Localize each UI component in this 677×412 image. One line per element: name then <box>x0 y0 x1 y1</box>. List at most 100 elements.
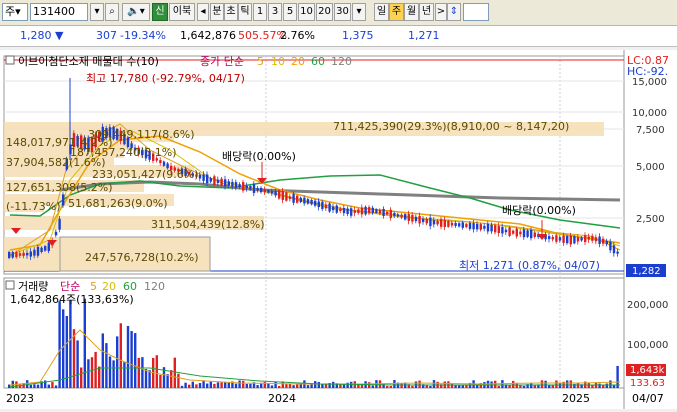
candle-body <box>512 230 515 234</box>
candle-body <box>569 235 572 245</box>
panel-checkbox[interactable] <box>5 55 15 65</box>
empty-input[interactable] <box>463 3 489 21</box>
candle-body <box>476 223 479 230</box>
volume-value-tag-text: 1,643k <box>630 365 665 376</box>
price-tick-15000: 15,000 <box>632 77 667 88</box>
vol-ma120-legend: 120 <box>144 280 165 293</box>
nav-right-button[interactable]: > <box>435 3 447 21</box>
speaker-icon[interactable]: 🔈▾ <box>122 3 150 21</box>
candle-body <box>260 187 263 193</box>
candle-body <box>371 207 374 213</box>
candle-body <box>29 251 32 257</box>
volume-bar <box>393 380 396 388</box>
period-dropdown[interactable]: ▾ <box>352 3 366 21</box>
candle-body <box>350 208 353 216</box>
code-dropdown-button[interactable]: ▾ <box>90 3 104 21</box>
volume-bar <box>216 382 220 388</box>
volume-bar <box>137 357 140 388</box>
stock-chart-svg[interactable]: 이브이첨단소재 매물대 수(10) 종가 단순 5 10 20 60 120 최… <box>0 50 677 409</box>
vol-tick-100000: 100,000 <box>627 340 668 351</box>
tab-new[interactable]: 신 <box>152 3 168 21</box>
candle-body <box>364 206 367 215</box>
x-axis: 2023 2024 2025 04/07 <box>6 392 664 405</box>
current-price: 1,280 ▼ <box>20 29 64 42</box>
tab-second[interactable]: 초 <box>224 3 238 21</box>
candle-body <box>562 235 565 243</box>
ma20-legend: 20 <box>291 55 305 68</box>
period-3[interactable]: 3 <box>268 3 282 21</box>
candle-body <box>249 185 252 190</box>
period-1[interactable]: 1 <box>253 3 267 21</box>
volume-bar <box>98 366 101 388</box>
candle-body <box>353 210 356 213</box>
volume-bar <box>108 356 112 388</box>
period-10[interactable]: 10 <box>298 3 315 21</box>
ma60-legend: 60 <box>311 55 325 68</box>
volume-bar <box>476 385 479 388</box>
chart-area[interactable]: 이브이첨단소재 매물대 수(10) 종가 단순 5 10 20 60 120 최… <box>0 50 677 409</box>
candle-body <box>274 191 277 196</box>
candle-body <box>328 203 331 212</box>
candle-body <box>220 178 223 186</box>
volume-bar <box>461 385 464 388</box>
volume-bar <box>242 380 245 388</box>
price-tick-10000: 10,000 <box>632 108 667 119</box>
candle-body <box>375 209 378 213</box>
search-icon[interactable]: ⌕ <box>105 3 119 21</box>
tab-minute[interactable]: 분 <box>210 3 224 21</box>
volume-bar <box>306 385 310 388</box>
period-30[interactable]: 30 <box>334 3 351 21</box>
candle-body <box>425 218 428 224</box>
candle-body <box>483 225 486 229</box>
high-note: 최고 17,780 (-92.79%, 04/17) <box>86 72 245 85</box>
volume-bar <box>497 385 500 388</box>
period-20[interactable]: 20 <box>316 3 333 21</box>
volume-bar <box>522 385 526 388</box>
tab-ibuk[interactable]: 이북 <box>169 3 195 21</box>
candle-body <box>332 206 335 211</box>
volume-bar <box>54 385 58 388</box>
volume-checkbox[interactable] <box>5 280 15 290</box>
volume-bar <box>184 382 187 388</box>
dividend-label-1: 배당락(0.00%) <box>222 150 296 163</box>
volume-bar <box>270 385 274 388</box>
candle-body <box>515 228 518 237</box>
vp-label-7: 127,651,308(5.2%) <box>6 181 113 194</box>
stock-code-input[interactable]: 131400 <box>30 3 88 21</box>
candle-body <box>288 196 292 199</box>
volume-bar <box>126 325 130 388</box>
volume-bar <box>166 374 169 388</box>
candle-body <box>281 190 284 200</box>
volume-bar <box>148 370 151 388</box>
volume-bar <box>494 380 497 388</box>
volume-bar <box>569 380 572 388</box>
volume-bar <box>83 298 86 388</box>
x-label-2023: 2023 <box>6 392 34 405</box>
high-price: 1,375 <box>342 29 374 42</box>
tab-week[interactable]: 주 <box>389 3 404 21</box>
volume-bar <box>555 380 558 388</box>
market-select[interactable]: 주▾ <box>2 3 28 21</box>
candle-body <box>558 237 562 241</box>
volume-bar <box>249 383 252 388</box>
vol-ma20-legend: 20 <box>102 280 116 293</box>
tab-day[interactable]: 일 <box>374 3 389 21</box>
volume-bar <box>314 381 317 388</box>
candle-body <box>526 230 529 237</box>
x-label-date: 04/07 <box>632 392 664 405</box>
candle-body <box>573 236 576 244</box>
candle-body <box>15 252 18 258</box>
nav-left-button[interactable]: ◂ <box>197 3 209 21</box>
tab-tick[interactable]: 틱 <box>238 3 252 21</box>
candle-body <box>414 216 418 222</box>
candle-body <box>324 204 328 209</box>
period-5[interactable]: 5 <box>283 3 297 21</box>
candle-body <box>58 218 61 230</box>
tab-month[interactable]: 월 <box>404 3 419 21</box>
vol-ma5-line <box>9 329 621 386</box>
candle-body <box>580 237 583 241</box>
signal-arrow-1 <box>11 228 21 234</box>
updown-icon[interactable]: ⇕ <box>447 3 461 21</box>
tab-year[interactable]: 년 <box>419 3 434 21</box>
volume-bar <box>188 384 191 388</box>
